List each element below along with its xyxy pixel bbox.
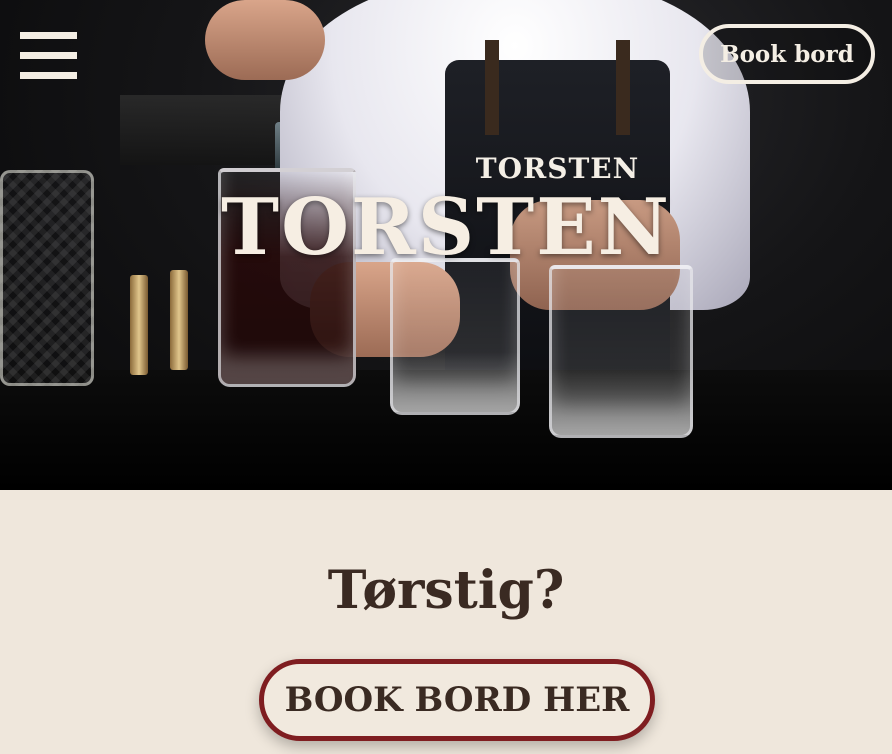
bar-tool xyxy=(130,275,148,375)
bartender-hand xyxy=(205,0,325,80)
apron-logo: TORSTEN xyxy=(475,152,640,185)
hero-image: TORSTEN TORSTEN Book bord xyxy=(0,0,892,490)
book-table-button[interactable]: Book bord xyxy=(699,24,875,84)
glass xyxy=(390,258,520,415)
book-table-cta-button[interactable]: BOOK BORD HER xyxy=(259,659,655,741)
page-headline: Tørstig? xyxy=(327,560,565,621)
glass xyxy=(549,265,693,438)
hamburger-menu-icon[interactable] xyxy=(20,32,77,82)
brand-logo: TORSTEN xyxy=(221,182,671,273)
bar-tool xyxy=(170,270,188,370)
